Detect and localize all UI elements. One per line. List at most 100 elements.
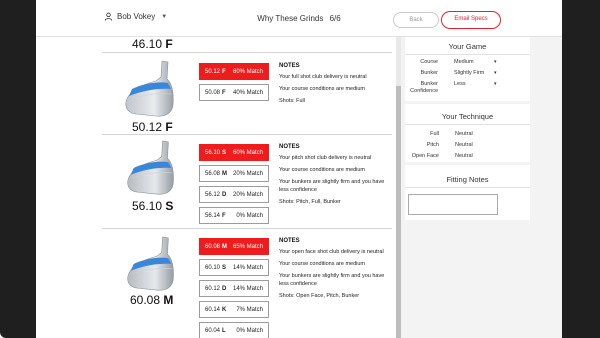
note-text: Your full shot club delivery is neutral — [279, 74, 367, 80]
fitting-notes-title: Fitting Notes — [446, 175, 489, 184]
page-title-text: Why These Grinds — [257, 14, 324, 23]
caret-down-icon[interactable]: ▾ — [494, 70, 497, 76]
note-text: Your open face shot club delivery is neu… — [279, 249, 384, 255]
option-grind: F — [222, 212, 226, 219]
option-match: 20% Match — [232, 191, 263, 198]
device-bezel-right — [562, 0, 600, 338]
option-loft: 50.08 — [205, 89, 221, 96]
option-match: 0% Match — [236, 212, 263, 219]
option-match: 7% Match — [236, 306, 263, 313]
wedge-name: 60.08 M — [130, 293, 173, 307]
wedge-loft: 56.10 — [132, 199, 163, 213]
game-label: Course — [420, 59, 438, 65]
note-text: Your course conditions are medium — [279, 86, 366, 92]
option-grind: D — [222, 191, 227, 198]
grind-option[interactable]: 60.12 D 14% Match — [199, 280, 269, 297]
grind-option[interactable]: 50.08 F 40% Match — [199, 84, 269, 101]
option-loft: 56.10 — [205, 149, 221, 156]
app-screen: Bob Vokey ▼ Why These Grinds 6/6 Back Em… — [36, 0, 562, 338]
divider — [405, 124, 530, 125]
note-text: Your course conditions are medium — [279, 261, 366, 267]
caret-down-icon[interactable]: ▾ — [494, 81, 497, 87]
divider — [405, 187, 530, 188]
note-text: Your bunkers are slightly firm and you h… — [279, 273, 385, 287]
device-bezel-left — [0, 0, 36, 338]
your-game-title: Your Game — [448, 42, 487, 51]
option-grind: S — [222, 264, 227, 271]
option-loft: 60.04 — [205, 327, 221, 334]
technique-value: Neutral — [455, 153, 473, 159]
grind-option[interactable]: 50.12 F 60% Match — [199, 63, 269, 80]
option-grind: D — [222, 285, 227, 292]
game-value[interactable]: Less — [454, 81, 466, 87]
notes-heading: NOTES — [279, 63, 300, 69]
previous-wedge-loft: 46.10 — [132, 37, 163, 51]
grind-option[interactable]: 56.08 M 20% Match — [199, 165, 269, 182]
note-text: Shots: Open Face, Pitch, Bunker — [279, 293, 360, 299]
top-bar: Bob Vokey ▼ Why These Grinds 6/6 Back Em… — [36, 0, 562, 37]
caret-down-icon[interactable]: ▾ — [494, 59, 497, 65]
option-match: 60% Match — [232, 68, 263, 75]
divider — [405, 54, 530, 55]
back-button[interactable]: Back — [393, 12, 439, 28]
option-loft: 56.12 — [205, 191, 221, 198]
your-technique-title: Your Technique — [441, 112, 494, 121]
option-match: 60% Match — [232, 149, 263, 156]
grind-option[interactable]: 56.14 F 0% Match — [199, 207, 269, 224]
note-text: Shots: Pitch, Full, Bunker — [279, 199, 341, 205]
option-match: 40% Match — [232, 89, 263, 96]
game-label: Bunker — [420, 70, 438, 76]
fitting-notes-input[interactable] — [408, 194, 498, 215]
option-grind: S — [222, 149, 227, 156]
option-loft: 50.12 — [205, 68, 221, 75]
wedge-grind: M — [163, 293, 174, 307]
note-text: Your pitch shot club delivery is neutral — [279, 155, 372, 161]
option-match: 65% Match — [232, 243, 263, 250]
option-loft: 60.08 — [205, 243, 221, 250]
wedge-name: 56.10 S — [132, 199, 173, 213]
option-match: 20% Match — [232, 170, 263, 177]
option-grind: F — [222, 89, 226, 96]
grind-option[interactable]: 60.04 L 0% Match — [199, 322, 269, 338]
grind-option[interactable]: 60.14 K 7% Match — [199, 301, 269, 318]
option-grind: F — [222, 68, 226, 75]
notes-heading: NOTES — [279, 238, 300, 244]
wedge-grind: F — [165, 120, 173, 134]
option-match: 0% Match — [236, 327, 263, 334]
email-specs-button[interactable]: Email Specs — [441, 11, 501, 29]
divider — [102, 134, 392, 135]
option-loft: 60.12 — [205, 285, 221, 292]
option-grind: M — [222, 170, 228, 177]
option-match: 14% Match — [232, 285, 263, 292]
technique-label: Pitch — [426, 142, 439, 148]
wedge-image — [124, 139, 180, 197]
wedge-name: 50.12 F — [132, 120, 173, 134]
option-grind: M — [222, 243, 228, 250]
technique-label: Full — [430, 131, 439, 137]
previous-wedge-name: 46.10 F — [132, 37, 173, 51]
previous-wedge-grind: F — [165, 37, 173, 51]
option-match: 14% Match — [232, 264, 263, 271]
game-value[interactable]: Slightly Firm — [454, 70, 484, 76]
wedge-loft: 60.08 — [130, 293, 161, 307]
page-progress: 6/6 — [329, 14, 341, 23]
game-label: Bunker Confidence — [410, 81, 438, 94]
divider — [102, 52, 392, 53]
note-text: Shots: Full — [279, 98, 305, 104]
note-text: Your course conditions are medium — [279, 167, 366, 173]
technique-value: Neutral — [455, 142, 473, 148]
option-loft: 60.14 — [205, 306, 221, 313]
technique-value: Neutral — [455, 131, 473, 137]
divider — [102, 228, 392, 229]
grind-option[interactable]: 56.10 S 60% Match — [199, 144, 269, 161]
notes-heading: NOTES — [279, 144, 300, 150]
wedge-loft: 50.12 — [132, 120, 163, 134]
option-grind: K — [222, 306, 227, 313]
wedge-image — [122, 59, 180, 119]
grind-option[interactable]: 60.10 S 14% Match — [199, 259, 269, 276]
grind-option[interactable]: 56.12 D 20% Match — [199, 186, 269, 203]
option-loft: 60.10 — [205, 264, 221, 271]
grind-option[interactable]: 60.08 M 65% Match — [199, 238, 269, 255]
option-loft: 56.14 — [205, 212, 221, 219]
game-value[interactable]: Medium — [454, 59, 474, 65]
